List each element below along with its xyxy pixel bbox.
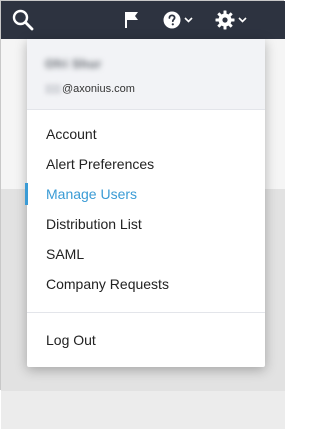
settings-dropdown-menu: Ofri Shur @axonius.com Account Alert Pre… [25, 39, 265, 367]
menu-divider [27, 312, 265, 313]
menu-item-saml[interactable]: SAML [27, 239, 265, 269]
help-icon [163, 11, 181, 29]
logout-button[interactable]: Log Out [27, 325, 265, 355]
settings-menu-button[interactable] [215, 1, 255, 39]
chevron-down-icon [238, 17, 247, 23]
help-menu-button[interactable] [163, 1, 199, 39]
menu-item-account[interactable]: Account [27, 119, 265, 149]
user-email: @axonius.com [45, 83, 135, 95]
logout-section: Log Out [27, 325, 265, 355]
gear-icon [215, 10, 235, 30]
chevron-down-icon [184, 17, 193, 23]
top-nav-bar [1, 1, 285, 39]
user-name: Ofri Shur [45, 57, 102, 71]
flag-icon [125, 12, 138, 28]
search-icon [12, 9, 34, 31]
user-info-header: Ofri Shur @axonius.com [27, 39, 265, 110]
menu-item-alert-preferences[interactable]: Alert Preferences [27, 149, 265, 179]
email-domain: @axonius.com [62, 83, 135, 95]
menu-item-company-requests[interactable]: Company Requests [27, 269, 265, 299]
settings-menu-list: Account Alert Preferences Manage Users D… [25, 119, 265, 299]
menu-item-manage-users[interactable]: Manage Users [25, 179, 265, 209]
flag-button[interactable] [119, 1, 145, 39]
menu-item-distribution-list[interactable]: Distribution List [27, 209, 265, 239]
search-button[interactable] [1, 1, 45, 39]
email-redacted-part [45, 84, 61, 94]
